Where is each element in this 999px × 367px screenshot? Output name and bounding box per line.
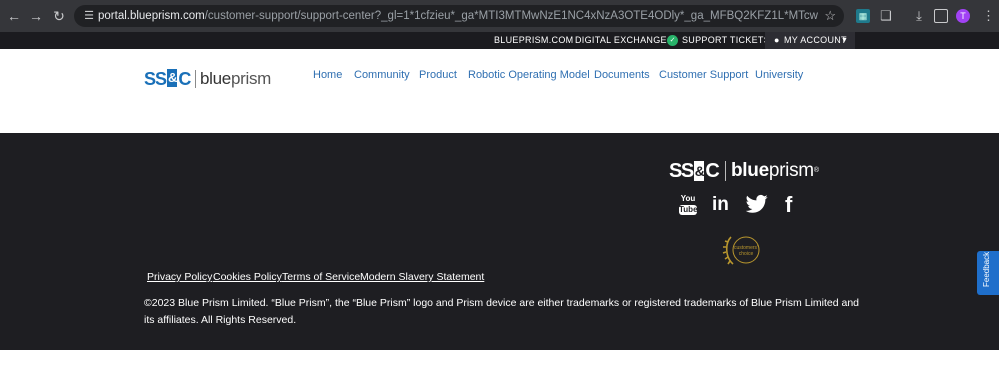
nav-robotic-operating-model[interactable]: Robotic Operating Model	[468, 66, 590, 84]
footer-wordmark-prism: prism	[768, 160, 814, 181]
bookmark-star-icon[interactable]: ☆	[824, 8, 836, 24]
footer-logo-divider	[725, 161, 726, 181]
modern-slavery-statement-link[interactable]: Modern Slavery Statement	[360, 270, 484, 284]
nav-home[interactable]: Home	[313, 66, 342, 84]
copyright-text: ©2023 Blue Prism Limited. “Blue Prism”, …	[144, 297, 860, 326]
footer-logo-amp: &	[693, 161, 705, 181]
reload-icon[interactable]: ↻	[51, 8, 67, 24]
logo-divider	[195, 70, 196, 88]
terms-of-service-link[interactable]: Terms of Service	[282, 270, 360, 284]
address-bar[interactable]: ☰ portal.blueprism.com/customer-support/…	[74, 5, 844, 27]
youtube-tube: Tube	[679, 205, 698, 215]
ssc-logo-mark: SS & C	[144, 69, 191, 89]
back-icon[interactable]: ←	[6, 8, 22, 24]
my-account-label: MY ACCOUNT	[784, 35, 847, 45]
privacy-policy-link[interactable]: Privacy Policy	[147, 270, 212, 284]
extension-icon[interactable]: ▦	[856, 9, 870, 23]
digital-exchange-link[interactable]: DIGITAL EXCHANGE	[575, 32, 667, 49]
support-tickets-link[interactable]: SUPPORT TICKETS	[682, 32, 770, 49]
nav-documents[interactable]: Documents	[594, 66, 650, 84]
my-account-dropdown[interactable]: ● MY ACCOUNT ▼	[765, 32, 855, 49]
badge-text-bottom: choice	[739, 251, 754, 257]
footer-wordmark-blue: blue	[731, 160, 769, 181]
feedback-label: Feedback	[982, 251, 991, 287]
blueprism-com-link[interactable]: BLUEPRISM.COM	[494, 32, 573, 49]
profile-avatar[interactable]: T	[956, 9, 970, 23]
kebab-menu-icon[interactable]: ⋮	[982, 8, 995, 24]
nav-customer-support[interactable]: Customer Support	[659, 66, 748, 84]
wordmark-prism: prism	[230, 69, 272, 88]
url-domain: portal.blueprism.com	[98, 10, 205, 22]
user-icon: ●	[774, 35, 780, 45]
support-tickets-icon: ✓	[667, 35, 678, 46]
blueprism-wordmark: blueprism	[200, 68, 271, 90]
url-text[interactable]: portal.blueprism.com/customer-support/su…	[98, 9, 818, 23]
logo-ss: SS	[144, 69, 167, 89]
wordmark-blue: blue	[200, 69, 231, 88]
url-path: /customer-support/support-center?_gl=1*1…	[204, 10, 818, 22]
footer-logo: SS & C blueprism®	[669, 158, 824, 184]
forward-icon[interactable]: →	[28, 8, 44, 24]
youtube-icon[interactable]: You Tube	[679, 194, 698, 216]
nav-university[interactable]: University	[755, 66, 803, 84]
youtube-you: You	[680, 194, 696, 203]
customers-choice-badge-icon: customers' choice	[721, 233, 765, 269]
logo-amp: &	[167, 69, 177, 87]
extensions-puzzle-icon[interactable]: ❑	[879, 9, 893, 23]
facebook-icon[interactable]: f	[785, 194, 792, 216]
download-icon[interactable]: ⤓	[912, 9, 926, 23]
nav-product[interactable]: Product	[419, 66, 457, 84]
ssc-blueprism-logo[interactable]: SS & C blueprism	[144, 68, 274, 90]
twitter-icon[interactable]	[745, 194, 768, 216]
nav-community[interactable]: Community	[354, 66, 410, 84]
linkedin-icon[interactable]: in	[712, 194, 729, 216]
footer-ssc-mark: SS & C	[669, 159, 720, 183]
footer-logo-c: C	[705, 160, 719, 182]
cookies-policy-link[interactable]: Cookies Policy	[213, 270, 282, 284]
site-info-icon[interactable]: ☰	[82, 9, 96, 23]
caret-down-icon: ▼	[841, 37, 848, 44]
footer-blueprism-wordmark: blueprism®	[731, 160, 819, 181]
footer-logo-ss: SS	[669, 160, 694, 182]
browser-toolbar: ← → ↻ ☰ portal.blueprism.com/customer-su…	[0, 0, 999, 32]
feedback-button[interactable]: Feedback	[977, 251, 999, 295]
side-panel-icon[interactable]	[934, 9, 948, 23]
logo-c: C	[178, 69, 191, 89]
